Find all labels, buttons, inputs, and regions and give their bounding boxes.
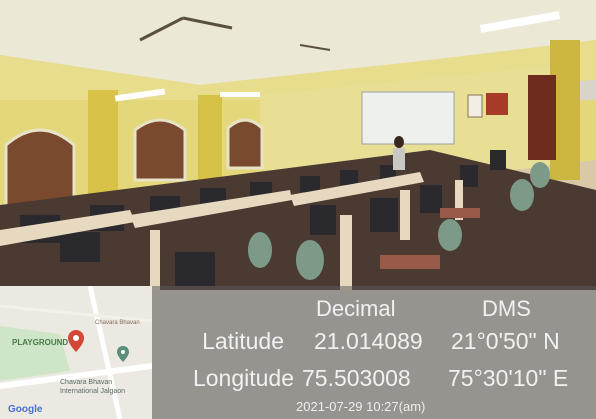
header-decimal: Decimal (316, 296, 396, 321)
longitude-decimal: 75.503008 (302, 365, 411, 391)
map-place-chavara-international: Chavara Bhavan International Jalgaon (60, 379, 125, 395)
geotagged-photo: PLAYGROUND Chavara Bhavan Chavara Bhavan… (0, 0, 596, 419)
latitude-decimal: 21.014089 (314, 328, 423, 354)
map-graphic (0, 286, 152, 419)
google-logo: Google (8, 404, 43, 415)
location-minimap: PLAYGROUND Chavara Bhavan Chavara Bhavan… (0, 286, 152, 419)
map-place-playground: PLAYGROUND (12, 338, 69, 347)
latitude-label: Latitude (202, 328, 284, 354)
map-place-chavara: Chavara Bhavan (95, 320, 140, 326)
header-dms: DMS (482, 296, 531, 321)
timestamp: 2021-07-29 10:27(am) (296, 399, 426, 414)
longitude-label: Longitude (192, 365, 294, 391)
latitude-dms: 21°0'50" N (451, 328, 560, 354)
longitude-dms: 75°30'10" E (448, 365, 569, 391)
